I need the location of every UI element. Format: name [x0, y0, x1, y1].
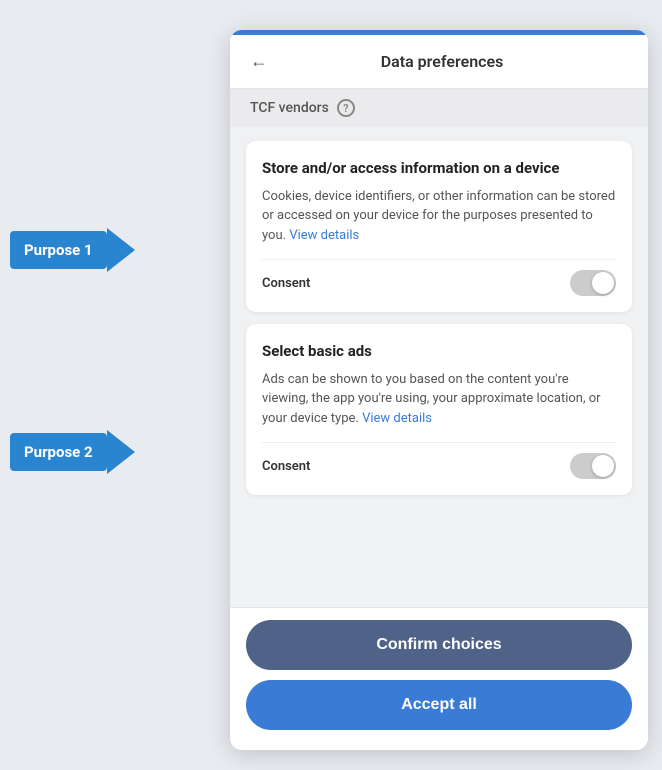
section-label: TCF vendors [250, 100, 329, 116]
purpose-1-title: Store and/or access information on a dev… [262, 159, 616, 179]
purpose-2-arrow-triangle [107, 430, 135, 474]
help-icon[interactable]: ? [337, 99, 355, 117]
purpose-1-label: Purpose 1 [10, 231, 107, 269]
purpose-1-consent-label: Consent [262, 276, 310, 291]
purpose-1-toggle-thumb [592, 272, 614, 294]
purpose-2-title: Select basic ads [262, 342, 616, 362]
purpose-2-consent-label: Consent [262, 459, 310, 474]
section-header: TCF vendors ? [230, 89, 648, 127]
purpose-1-arrow-triangle [107, 228, 135, 272]
purpose-2-desc: Ads can be shown to you based on the con… [262, 370, 616, 429]
purpose-2-view-details[interactable]: View details [362, 411, 432, 426]
purpose-1-view-details[interactable]: View details [289, 228, 359, 243]
purpose-1-toggle[interactable] [570, 270, 616, 296]
accept-all-button[interactable]: Accept all [246, 680, 632, 730]
purpose-2-toggle[interactable] [570, 453, 616, 479]
data-preferences-modal: ← Data preferences TCF vendors ? Store a… [230, 30, 648, 750]
purpose-card-1: Store and/or access information on a dev… [246, 141, 632, 312]
purpose-2-label: Purpose 2 [10, 433, 107, 471]
confirm-choices-button[interactable]: Confirm choices [246, 620, 632, 670]
purpose-2-arrow: Purpose 2 [10, 430, 135, 474]
modal-footer: Confirm choices Accept all [230, 607, 648, 750]
scroll-content[interactable]: Store and/or access information on a dev… [230, 127, 648, 607]
purpose-1-arrow: Purpose 1 [10, 228, 135, 272]
purpose-2-consent-row: Consent [262, 442, 616, 479]
modal-title: Data preferences [280, 52, 628, 71]
purpose-2-toggle-thumb [592, 455, 614, 477]
purpose-1-consent-row: Consent [262, 259, 616, 296]
back-button[interactable]: ← [250, 51, 268, 72]
purpose-card-2: Select basic ads Ads can be shown to you… [246, 324, 632, 495]
purpose-1-desc: Cookies, device identifiers, or other in… [262, 187, 616, 246]
modal-header: ← Data preferences [230, 35, 648, 89]
